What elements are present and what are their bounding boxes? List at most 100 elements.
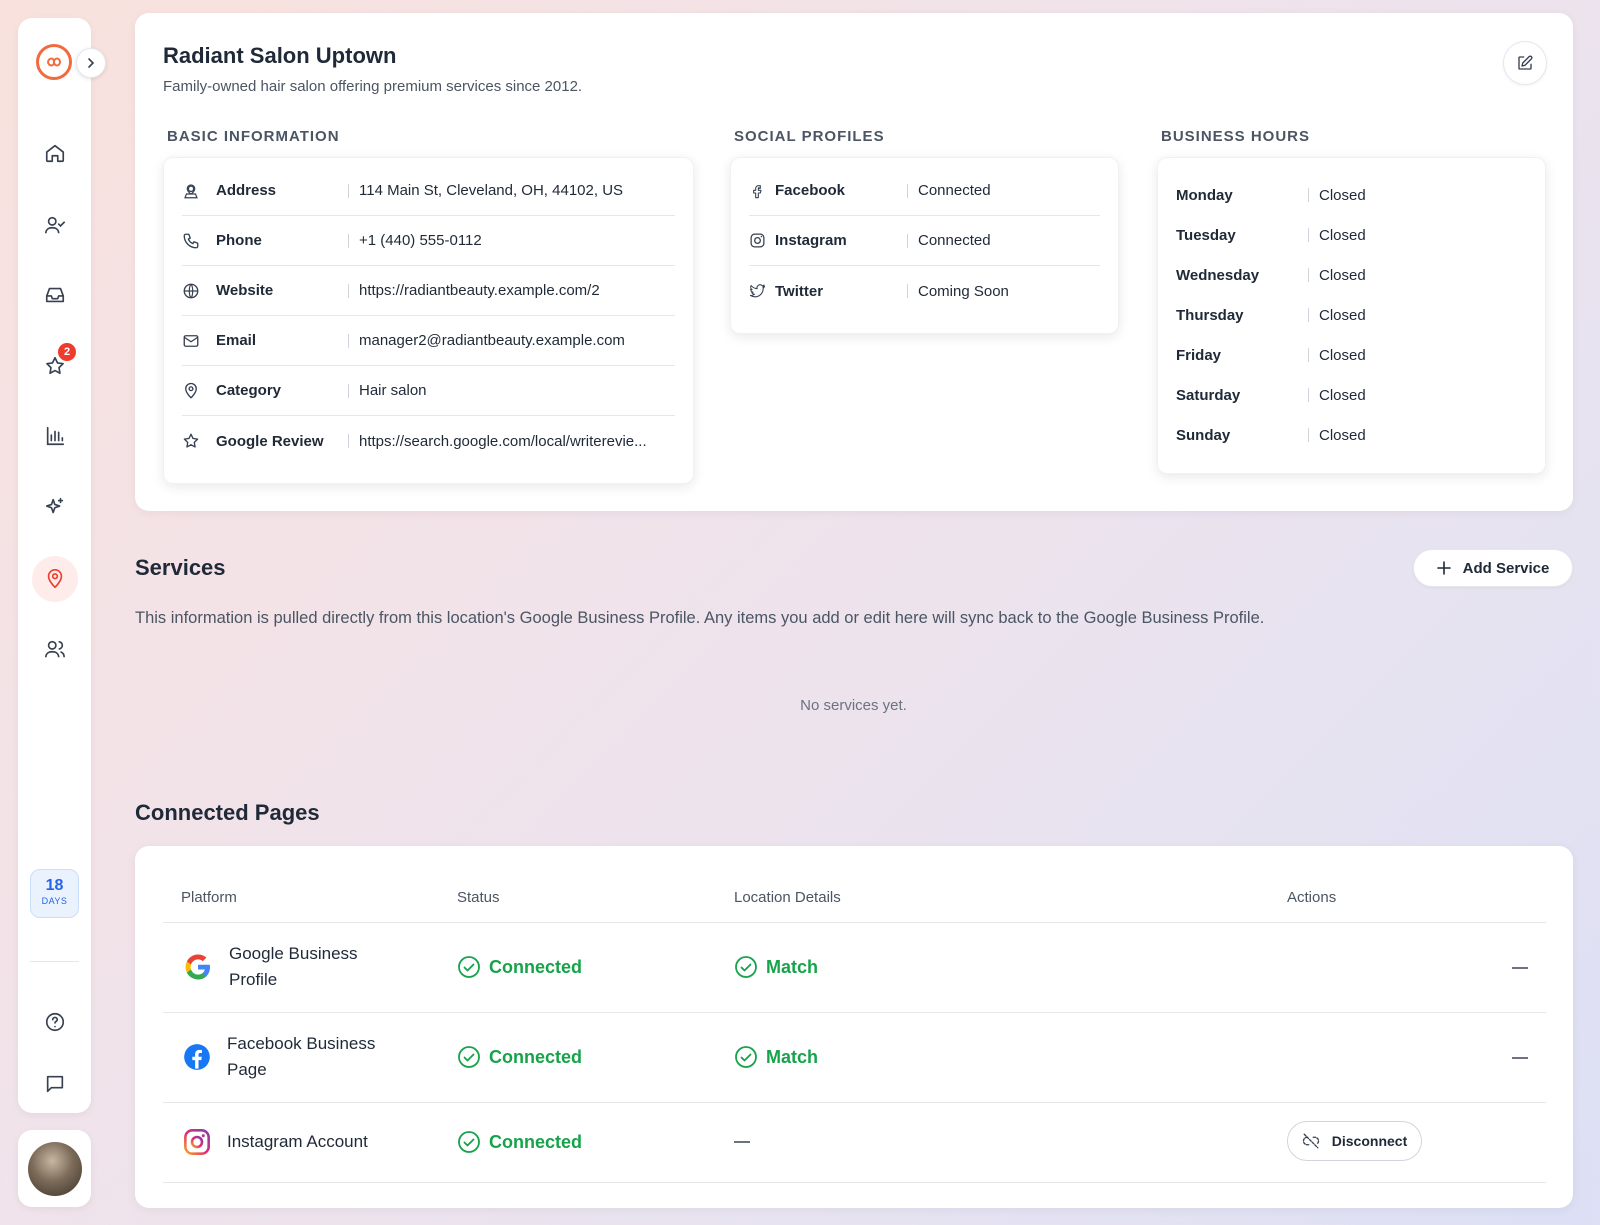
website-link[interactable]: https://radiantbeauty.example.com/2 <box>359 282 600 299</box>
inbox-icon <box>45 287 65 303</box>
check-circle-icon <box>458 956 480 978</box>
no-action-dash <box>1512 967 1528 969</box>
bar-chart-icon <box>46 426 65 446</box>
location-match-badge: Match <box>734 1045 818 1069</box>
app-logo[interactable] <box>36 44 72 80</box>
business-profile-card: Radiant Salon Uptown Family-owned hair s… <box>135 13 1573 511</box>
check-circle-icon <box>458 1131 480 1153</box>
status-text: Connected <box>489 1046 583 1067</box>
phone-icon <box>183 233 199 248</box>
table-row-divider <box>163 1102 1546 1103</box>
sidebar-item-feedback[interactable] <box>32 1061 78 1107</box>
sidebar-item-team[interactable] <box>32 626 78 672</box>
location-text: Match <box>766 1046 819 1067</box>
sidebar-item-ai[interactable] <box>32 484 78 530</box>
no-location-dash <box>734 1141 750 1143</box>
info-value: Hair salon <box>359 382 427 399</box>
basic-info-card: Address 114 Main St, Cleveland, OH, 4410… <box>163 157 694 484</box>
google-review-link[interactable]: https://search.google.com/local/writerev… <box>359 433 647 450</box>
map-pin-icon <box>47 569 63 589</box>
google-icon <box>185 954 210 980</box>
sidebar-item-inbox[interactable] <box>32 272 78 318</box>
services-description: This information is pulled directly from… <box>135 609 1265 627</box>
status-badge: Connected <box>457 1130 582 1154</box>
hours-row: Tuesday Closed <box>1176 215 1527 255</box>
table-header-divider <box>163 922 1546 923</box>
hours-day: Thursday <box>1176 306 1244 324</box>
hours-value: Closed <box>1319 346 1366 364</box>
sidebar-item-home[interactable] <box>32 130 78 176</box>
page-title: Radiant Salon Uptown <box>163 43 397 68</box>
info-row-phone: Phone +1 (440) 555-0112 <box>182 216 675 266</box>
sidebar: 2 18 DAYS <box>18 18 106 1113</box>
add-service-button[interactable]: Add Service <box>1413 549 1573 587</box>
social-label: Facebook <box>775 182 846 199</box>
plus-icon <box>1436 561 1451 575</box>
info-value: 114 Main St, Cleveland, OH, 44102, US <box>359 182 624 199</box>
twitter-icon <box>749 283 766 297</box>
instagram-icon <box>750 233 765 248</box>
trial-days-indicator[interactable]: 18 DAYS <box>30 869 79 918</box>
hours-row: Friday Closed <box>1176 335 1527 375</box>
social-row-facebook: Facebook Connected <box>749 166 1100 216</box>
no-action-dash <box>1512 1057 1528 1059</box>
social-status: Coming Soon <box>918 282 1009 300</box>
info-label: Website <box>216 282 274 299</box>
basic-info-heading: BASIC INFORMATION <box>167 128 340 145</box>
sidebar-item-reviews[interactable]: 2 <box>32 343 78 389</box>
column-header-platform: Platform <box>181 889 237 906</box>
social-row-instagram: Instagram Connected <box>749 216 1100 266</box>
location-pin-icon <box>185 382 197 399</box>
email-link[interactable]: manager2@radiantbeauty.example.com <box>359 332 625 349</box>
user-avatar-button[interactable] <box>18 1130 91 1207</box>
info-row-category: Category Hair salon <box>182 366 675 416</box>
hours-value: Closed <box>1319 426 1366 444</box>
mail-icon <box>183 334 199 347</box>
hours-day: Saturday <box>1176 386 1241 404</box>
sidebar-expand-button[interactable] <box>76 48 106 78</box>
disconnect-label: Disconnect <box>1331 1133 1408 1149</box>
sidebar-item-contacts[interactable] <box>32 202 78 248</box>
info-row-email: Email manager2@radiantbeauty.example.com <box>182 316 675 366</box>
hours-value: Closed <box>1319 186 1366 204</box>
social-label: Instagram <box>775 232 847 249</box>
info-row-website: Website https://radiantbeauty.example.co… <box>182 266 675 316</box>
sidebar-item-locations[interactable] <box>32 556 78 602</box>
info-label: Category <box>216 382 282 399</box>
status-badge: Connected <box>457 955 582 979</box>
table-row-instagram: Instagram Account <box>183 1128 397 1156</box>
edit-business-button[interactable] <box>1503 41 1547 85</box>
help-circle-icon <box>45 1012 65 1032</box>
hours-row: Sunday Closed <box>1176 415 1527 455</box>
info-row-google-review: Google Review https://search.google.com/… <box>182 416 675 466</box>
hours-value: Closed <box>1319 386 1366 404</box>
status-text: Connected <box>489 1131 583 1152</box>
business-hours-card: Monday Closed Tuesday Closed Wednesday Clos… <box>1157 157 1546 474</box>
hours-day: Tuesday <box>1176 226 1236 244</box>
hours-value: Closed <box>1319 266 1366 284</box>
platform-name: Instagram Account <box>227 1132 368 1151</box>
column-header-actions: Actions <box>1287 889 1337 906</box>
info-label: Phone <box>216 232 262 249</box>
address-pin-icon <box>184 183 198 198</box>
location-match-badge: Match <box>734 955 818 979</box>
hours-row: Wednesday Closed <box>1176 255 1527 295</box>
sidebar-item-help[interactable] <box>32 999 78 1045</box>
hours-row: Saturday Closed <box>1176 375 1527 415</box>
disconnect-button[interactable]: Disconnect <box>1287 1121 1422 1161</box>
hours-day: Sunday <box>1176 426 1231 444</box>
hours-day: Wednesday <box>1176 266 1260 284</box>
globe-icon <box>183 283 199 298</box>
social-row-twitter: Twitter Coming Soon <box>749 266 1100 316</box>
sidebar-item-analytics[interactable] <box>32 413 78 459</box>
chevron-right-icon <box>88 58 95 68</box>
table-row-google: Google Business Profile <box>183 941 399 993</box>
platform-name: Facebook Business Page <box>227 1034 376 1079</box>
table-row-divider <box>163 1012 1546 1013</box>
business-hours-heading: BUSINESS HOURS <box>1161 128 1311 145</box>
services-empty-state: No services yet. <box>800 697 907 714</box>
add-service-label: Add Service <box>1462 559 1550 577</box>
hours-value: Closed <box>1319 226 1366 244</box>
services-title: Services <box>135 555 226 580</box>
status-badge: Connected <box>457 1045 582 1069</box>
